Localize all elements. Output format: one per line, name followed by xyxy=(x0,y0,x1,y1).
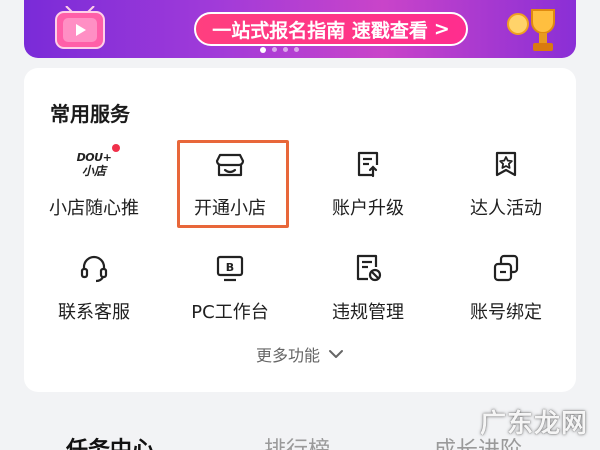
chevron-down-icon xyxy=(329,350,343,358)
service-label: 达人活动 xyxy=(470,198,542,219)
tab-ranking[interactable]: 排行榜 xyxy=(264,432,330,450)
violation-doc-icon xyxy=(348,248,388,288)
tab-task-center[interactable]: 任务中心 xyxy=(66,432,154,450)
service-label: 违规管理 xyxy=(332,302,404,323)
tv-illustration-icon xyxy=(55,6,105,49)
watermark: 广东龙网 xyxy=(479,409,588,439)
headset-icon xyxy=(74,248,114,288)
pagination-dot xyxy=(294,47,299,52)
promo-banner[interactable]: 一站式报名指南 速戳查看 > xyxy=(24,0,576,58)
service-label: PC工作台 xyxy=(191,302,269,323)
monitor-b-icon: B xyxy=(210,248,250,288)
pagination-dot xyxy=(283,47,288,52)
service-talent-activity[interactable]: 达人活动 xyxy=(446,144,566,234)
link-squares-icon xyxy=(486,248,526,288)
service-pc-workbench[interactable]: B PC工作台 xyxy=(170,248,290,338)
service-account-binding[interactable]: 账号绑定 xyxy=(446,248,566,338)
service-label: 账户升级 xyxy=(332,198,404,219)
pagination-dot xyxy=(260,47,266,53)
trophy-illustration-icon xyxy=(507,9,555,51)
banner-cta-button[interactable]: 一站式报名指南 速戳查看 > xyxy=(194,12,468,46)
service-label: 小店随心推 xyxy=(49,198,139,219)
service-label: 账号绑定 xyxy=(470,302,542,323)
service-violation-management[interactable]: 违规管理 xyxy=(308,248,428,338)
notification-dot xyxy=(112,144,120,152)
service-customer-support[interactable]: 联系客服 xyxy=(34,248,154,338)
more-features-label: 更多功能 xyxy=(255,346,320,365)
more-features-button[interactable]: 更多功能 xyxy=(24,342,576,366)
pagination-dot xyxy=(272,47,277,52)
service-label: 联系客服 xyxy=(58,302,130,323)
service-xiaodian-suixintui[interactable]: DOU+ 小店 小店随心推 xyxy=(34,144,154,234)
banner-cta-label: 一站式报名指南 速戳查看 xyxy=(212,19,428,42)
dou-plus-logo-icon: DOU+ 小店 xyxy=(74,144,120,184)
section-title: 常用服务 xyxy=(50,102,130,126)
banner-pagination xyxy=(260,47,299,53)
service-account-upgrade[interactable]: 账户升级 xyxy=(308,144,428,234)
highlight-box xyxy=(177,140,289,228)
star-bookmark-icon xyxy=(486,144,526,184)
chevron-right-icon: > xyxy=(433,18,450,40)
upgrade-icon xyxy=(348,144,388,184)
svg-text:B: B xyxy=(226,261,234,274)
common-services-card: 常用服务 DOU+ 小店 小店随心推 开通小店 账户升级 达人活动 联系客服 B… xyxy=(24,68,576,392)
